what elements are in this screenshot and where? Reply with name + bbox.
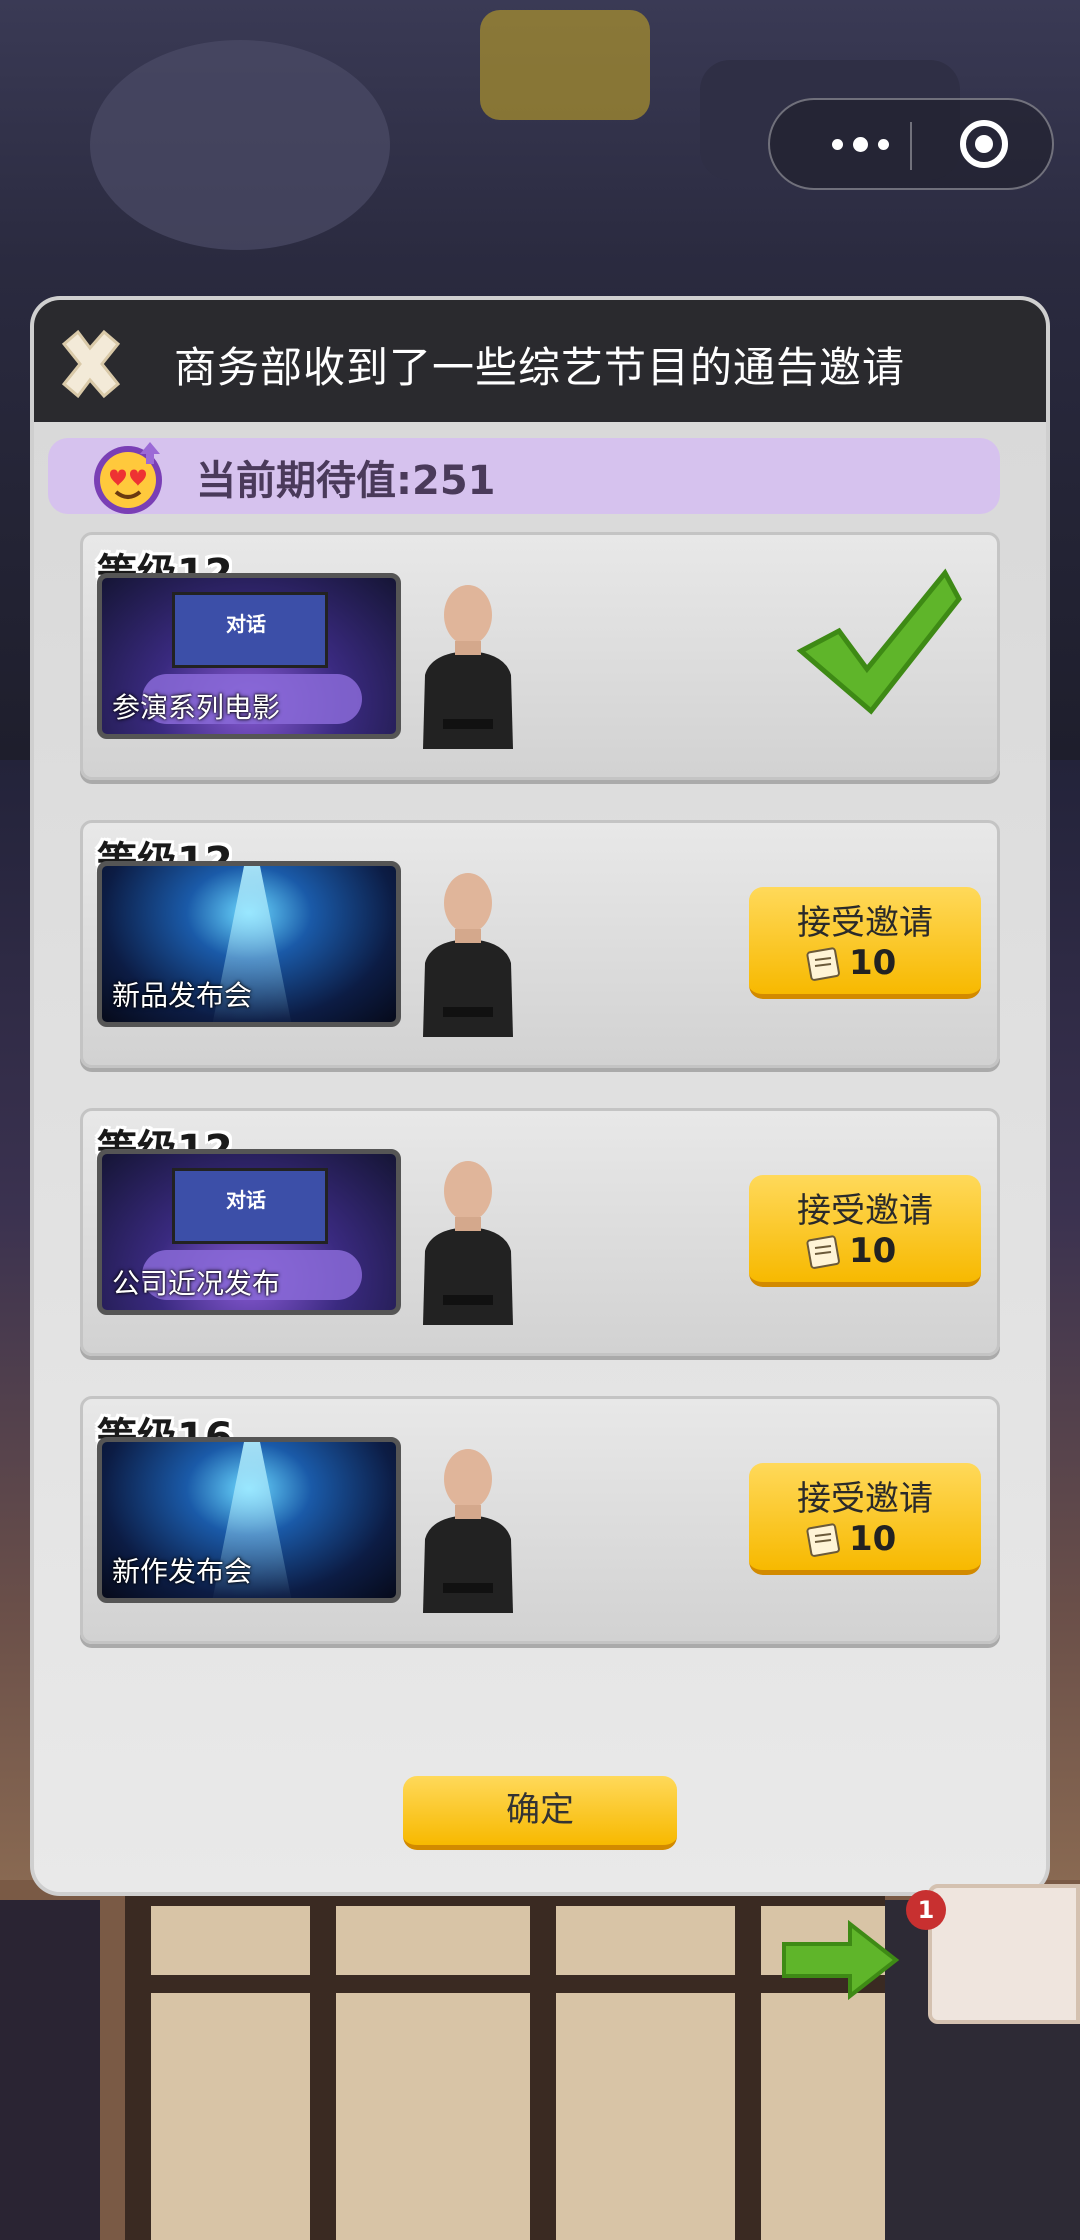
invitation-card: 等级12 对话 公司近况发布 接受邀请 10 (80, 1108, 1000, 1356)
cost-value: 10 (849, 943, 897, 983)
work-ticket-icon (806, 947, 840, 981)
event-thumbnail: 对话 公司近况发布 (97, 1149, 401, 1315)
agent-avatar (423, 1161, 513, 1325)
cost-display: 10 (805, 943, 896, 983)
expectation-value: 当前期待值:251 (196, 458, 496, 504)
office-post (735, 1880, 761, 2240)
thumb-screen-text: 对话 (226, 1188, 266, 1212)
office-post (125, 1880, 151, 2240)
event-name: 参演系列电影 (112, 691, 281, 724)
event-thumbnail: 新品发布会 (97, 861, 401, 1027)
agent-avatar (423, 585, 513, 749)
office-post (530, 1880, 556, 2240)
cost-display: 10 (805, 1231, 896, 1271)
event-name: 公司近况发布 (112, 1267, 281, 1300)
event-name: 新品发布会 (112, 979, 253, 1012)
dialog-header: 商务部收到了一些综艺节目的通告邀请 (34, 300, 1046, 422)
event-thumbnail: 新作发布会 (97, 1437, 401, 1603)
agent-avatar (423, 873, 513, 1037)
background-shape (480, 10, 650, 120)
expectation-bar (48, 438, 1000, 514)
capsule-divider (910, 122, 912, 170)
target-circle-icon[interactable] (960, 120, 1008, 168)
invitation-card: 等级16 新作发布会 接受邀请 10 (80, 1396, 1000, 1644)
cost-display: 10 (805, 1519, 896, 1559)
office-post (310, 1880, 336, 2240)
work-ticket-icon (806, 1523, 840, 1557)
thumb-screen-text: 对话 (226, 612, 266, 636)
dialog-title: 商务部收到了一些综艺节目的通告邀请 (174, 343, 906, 392)
accept-invitation-button[interactable]: 接受邀请 10 (749, 887, 981, 999)
event-thumbnail: 对话 参演系列电影 (97, 573, 401, 739)
more-dots-icon[interactable] (810, 122, 910, 166)
confirm-button[interactable]: 确定 (403, 1776, 677, 1850)
heart-eyes-emoji-icon (94, 442, 162, 514)
cost-value: 10 (849, 1519, 897, 1559)
character-portrait-card[interactable] (928, 1884, 1080, 2024)
cost-value: 10 (849, 1231, 897, 1271)
event-name: 新作发布会 (112, 1555, 253, 1588)
miniprogram-capsule (768, 98, 1054, 190)
background-poster (0, 1900, 100, 2240)
accept-label: 接受邀请 (797, 1479, 933, 1519)
background-shape (90, 40, 390, 250)
green-arrow-icon[interactable] (780, 1920, 900, 2000)
agent-avatar (423, 1449, 513, 1613)
invitation-card: 等级12 新品发布会 接受邀请 10 (80, 820, 1000, 1068)
accept-label: 接受邀请 (797, 1191, 933, 1231)
notification-badge: 1 (906, 1890, 946, 1930)
accept-label: 接受邀请 (797, 903, 933, 943)
office-wall (125, 1890, 885, 2240)
accept-invitation-button[interactable]: 接受邀请 10 (749, 1175, 981, 1287)
confirm-label: 确定 (506, 1790, 574, 1830)
work-ticket-icon (806, 1235, 840, 1269)
invitation-card: 等级12 对话 参演系列电影 (80, 532, 1000, 780)
accept-invitation-button[interactable]: 接受邀请 10 (749, 1463, 981, 1575)
close-x-icon[interactable] (52, 326, 128, 402)
office-beam (125, 1975, 885, 1993)
green-checkmark-icon (796, 568, 962, 715)
